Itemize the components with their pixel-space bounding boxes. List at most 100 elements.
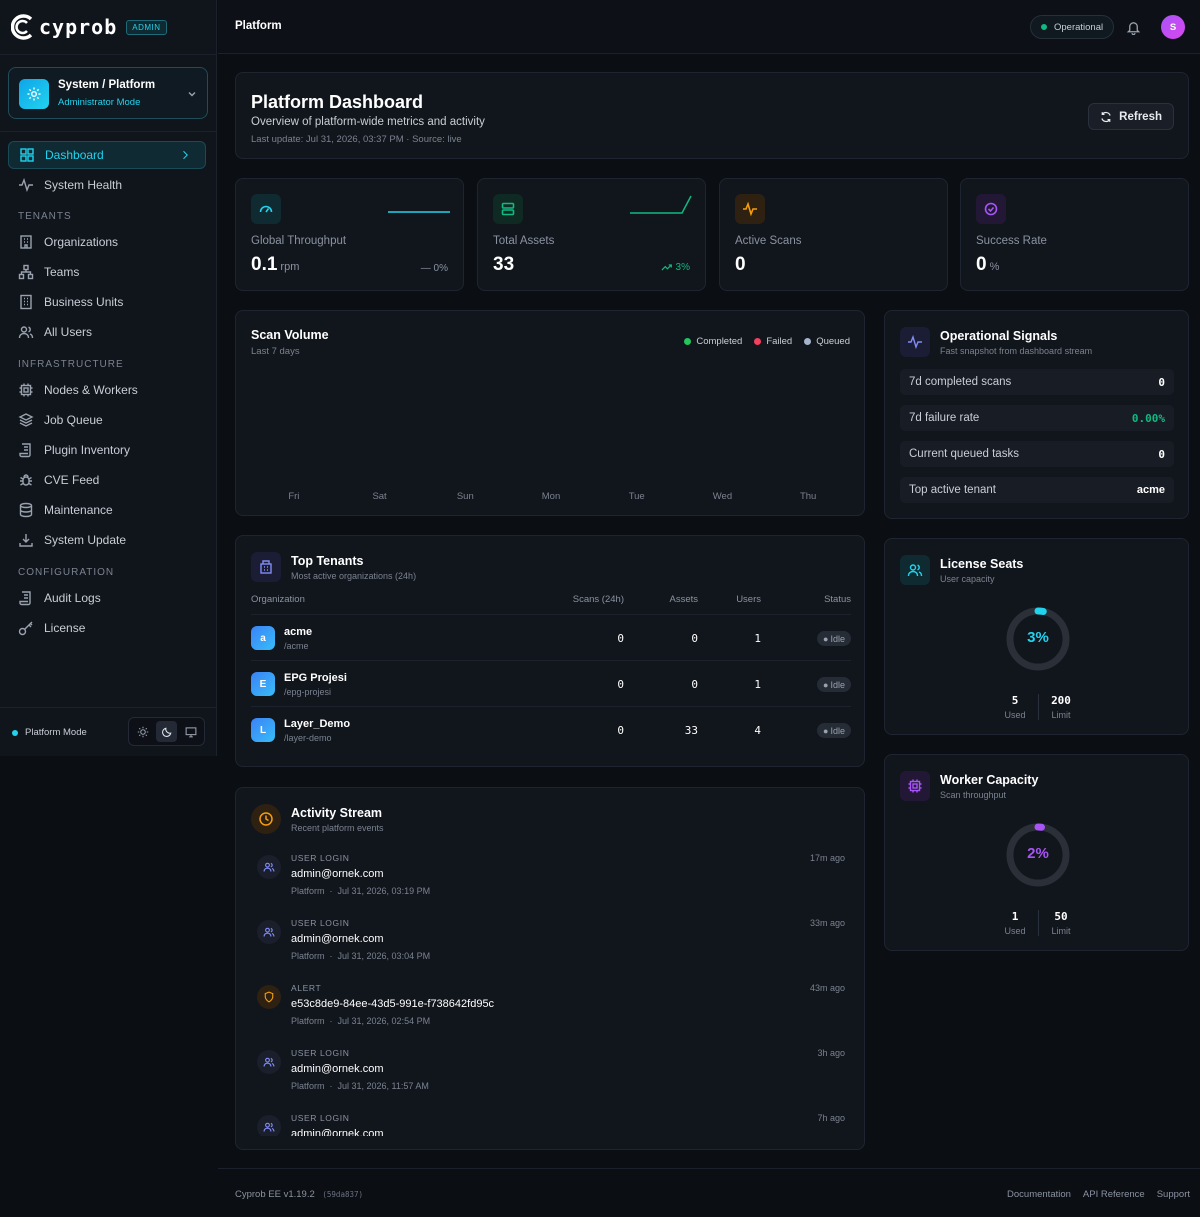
documentation-link[interactable]: Documentation bbox=[1007, 1189, 1071, 1200]
activity-stream-card: Activity Stream Recent platform events U… bbox=[235, 787, 865, 1150]
scroll-icon bbox=[19, 591, 31, 606]
scope-switcher[interactable]: System / Platform Administrator Mode bbox=[8, 67, 208, 119]
brand-name: cyprob bbox=[39, 15, 118, 39]
sidebar-item-maintenance[interactable]: Maintenance bbox=[8, 496, 206, 524]
sidebar-item-nodes-workers[interactable]: Nodes & Workers bbox=[8, 376, 206, 404]
sidebar-item-label: Teams bbox=[44, 265, 80, 279]
event-type: USER LOGIN bbox=[291, 918, 350, 928]
column-header[interactable]: Users bbox=[736, 594, 761, 605]
notifications-button[interactable] bbox=[1124, 18, 1142, 36]
chevron-right-icon bbox=[183, 150, 188, 160]
topbar: Platform Operational S bbox=[218, 0, 1200, 54]
table-row[interactable]: a acme /acme 0 0 1 ● Idle bbox=[251, 614, 851, 660]
table-row[interactable]: L Layer_Demo /layer-demo 0 33 4 ● Idle bbox=[251, 706, 851, 752]
card-title: Top Tenants bbox=[291, 554, 364, 568]
event-type: ALERT bbox=[291, 983, 322, 993]
status-badge: ● Idle bbox=[817, 631, 851, 646]
card-title: Operational Signals bbox=[940, 329, 1058, 343]
api-reference-link[interactable]: API Reference bbox=[1083, 1189, 1145, 1200]
stat-card-total-assets: Total Assets 33 3% bbox=[477, 178, 706, 291]
sidebar-item-label: CVE Feed bbox=[44, 473, 100, 487]
card-title: Scan Volume bbox=[251, 328, 329, 342]
users-icon bbox=[900, 555, 930, 585]
page-title: Platform Dashboard bbox=[251, 92, 424, 112]
sidebar-item-all-users[interactable]: All Users bbox=[8, 318, 206, 346]
nav-section-infrastructure: INFRASTRUCTURE bbox=[18, 359, 124, 370]
table-header: Organization Scans (24h) Assets Users St… bbox=[251, 594, 851, 614]
system-theme-button[interactable] bbox=[180, 721, 201, 742]
signal-row: 7d completed scans 0 bbox=[900, 369, 1174, 395]
check-circle-icon bbox=[976, 194, 1006, 224]
x-tick-label: Thu bbox=[800, 491, 816, 502]
cpu-icon bbox=[19, 383, 33, 397]
layers-icon bbox=[18, 413, 34, 427]
sidebar-item-label: Nodes & Workers bbox=[44, 383, 138, 397]
activity-list[interactable]: USER LOGIN admin@ornek.com Platform · Ju… bbox=[236, 848, 864, 1136]
user-avatar[interactable]: S bbox=[1161, 15, 1185, 39]
topbar-title: Platform bbox=[235, 20, 282, 32]
sidebar-item-system-update[interactable]: System Update bbox=[8, 526, 206, 554]
list-item[interactable]: USER LOGIN admin@ornek.com Platform · Ju… bbox=[251, 916, 845, 978]
sidebar-item-label: Dashboard bbox=[45, 148, 104, 162]
pulse-icon bbox=[735, 194, 765, 224]
sidebar-item-audit-logs[interactable]: Audit Logs bbox=[8, 584, 206, 612]
list-item[interactable]: USER LOGIN admin@ornek.com Platform · Ju… bbox=[251, 851, 845, 913]
sidebar-item-cve-feed[interactable]: CVE Feed bbox=[8, 466, 206, 494]
x-tick-label: Fri bbox=[288, 491, 299, 502]
card-subtitle: Most active organizations (24h) bbox=[291, 571, 417, 581]
sidebar-item-system-health[interactable]: System Health bbox=[8, 171, 206, 199]
sidebar-item-label: Maintenance bbox=[44, 503, 113, 517]
platform-mode-label: Platform Mode bbox=[25, 727, 87, 738]
office-icon bbox=[20, 294, 32, 310]
operational-status-badge[interactable]: Operational bbox=[1030, 15, 1115, 39]
sidebar: cyprob ADMIN System / Platform Administr… bbox=[0, 0, 217, 756]
list-item[interactable]: USER LOGIN admin@ornek.com 7h ago bbox=[251, 1111, 845, 1136]
column-header[interactable]: Organization bbox=[251, 594, 305, 605]
list-item[interactable]: ALERT e53c8de9-84ee-43d5-991e-f738642fd9… bbox=[251, 981, 845, 1043]
stat-label: Global Throughput bbox=[251, 235, 347, 247]
stat-card-global-throughput: Global Throughput 0.1 rpm — 0% bbox=[235, 178, 464, 291]
dark-theme-button[interactable] bbox=[156, 721, 177, 742]
sidebar-item-license[interactable]: License bbox=[8, 614, 206, 642]
event-type: USER LOGIN bbox=[291, 1113, 350, 1123]
event-meta: Platform · Jul 31, 2026, 11:57 AM bbox=[291, 1081, 429, 1091]
sidebar-item-plugin-inventory[interactable]: Plugin Inventory bbox=[8, 436, 206, 464]
tenant-assets: 0 bbox=[691, 632, 698, 645]
sparkline bbox=[630, 195, 692, 214]
tenant-slug: /layer-demo bbox=[284, 733, 332, 743]
sidebar-item-label: Job Queue bbox=[44, 413, 103, 427]
list-item[interactable]: USER LOGIN admin@ornek.com Platform · Ju… bbox=[251, 1046, 845, 1108]
brand-logo[interactable]: cyprob ADMIN bbox=[11, 14, 167, 40]
tenant-scans: 0 bbox=[617, 632, 624, 645]
tenant-name[interactable]: EPG Projesi bbox=[284, 672, 347, 684]
event-subject: admin@ornek.com bbox=[291, 1128, 384, 1136]
users-icon bbox=[257, 920, 281, 944]
table-row[interactable]: E EPG Projesi /epg-projesi 0 0 1 ● Idle bbox=[251, 660, 851, 706]
card-subtitle: Recent platform events bbox=[291, 823, 384, 833]
sidebar-item-teams[interactable]: Teams bbox=[8, 258, 206, 286]
tenant-users: 1 bbox=[754, 678, 761, 691]
refresh-label: Refresh bbox=[1119, 110, 1162, 123]
event-subject: e53c8de9-84ee-43d5-991e-f738642fd95c bbox=[291, 998, 495, 1010]
platform-mode: Platform Mode bbox=[12, 727, 87, 738]
tenant-name[interactable]: Layer_Demo bbox=[284, 718, 350, 730]
sidebar-item-job-queue[interactable]: Job Queue bbox=[8, 406, 206, 434]
light-theme-button[interactable] bbox=[132, 721, 153, 742]
tenant-assets: 0 bbox=[691, 678, 698, 691]
sidebar-item-organizations[interactable]: Organizations bbox=[8, 228, 206, 256]
card-subtitle: Scan throughput bbox=[940, 790, 1007, 800]
sidebar-item-business-units[interactable]: Business Units bbox=[8, 288, 206, 316]
license-seats-card: License Seats User capacity 3% 5 Used 20… bbox=[884, 538, 1189, 735]
sidebar-item-dashboard[interactable]: Dashboard bbox=[8, 141, 206, 169]
column-header[interactable]: Scans (24h) bbox=[573, 594, 624, 605]
refresh-button[interactable]: Refresh bbox=[1088, 103, 1174, 130]
worker-capacity-card: Worker Capacity Scan throughput 2% 1 Use… bbox=[884, 754, 1189, 951]
sidebar-item-label: Audit Logs bbox=[44, 591, 101, 605]
users-icon bbox=[18, 326, 34, 339]
column-header[interactable]: Status bbox=[824, 594, 851, 605]
column-header[interactable]: Assets bbox=[669, 594, 698, 605]
footer-links: Documentation API Reference Support bbox=[1007, 1189, 1190, 1200]
support-link[interactable]: Support bbox=[1157, 1189, 1190, 1200]
tenant-name[interactable]: acme bbox=[284, 626, 312, 638]
sparkline bbox=[388, 211, 450, 213]
